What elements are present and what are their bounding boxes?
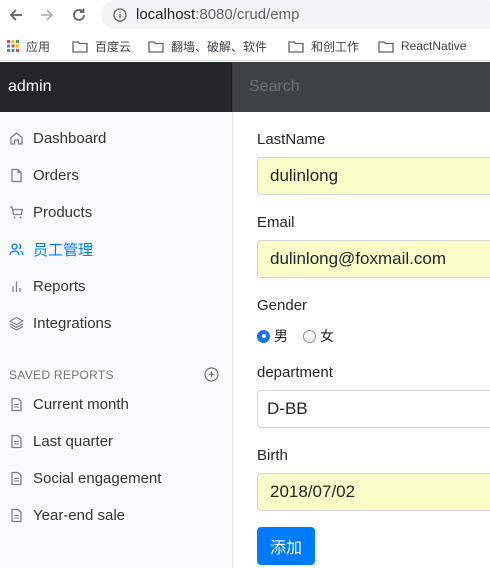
users-icon xyxy=(9,242,24,257)
plus-circle-icon[interactable] xyxy=(204,367,219,382)
sidebar-item-label: 员工管理 xyxy=(33,242,94,259)
sidebar-item-integrations[interactable]: Integrations xyxy=(0,305,232,342)
info-icon[interactable] xyxy=(113,7,127,22)
sidebar: Dashboard Orders Products 员工管理 Reports I… xyxy=(0,112,233,568)
lastname-label: LastName xyxy=(257,131,326,148)
birth-input[interactable]: 2018/07/02 xyxy=(257,473,490,511)
sidebar-item-reports[interactable]: Reports xyxy=(0,268,232,305)
sidebar-item-label: Integrations xyxy=(33,315,112,332)
bookmark-folder[interactable]: 翻墙、破解、软件 xyxy=(148,38,267,54)
gender-label: Gender xyxy=(257,297,308,314)
reload-icon[interactable] xyxy=(69,5,89,25)
sidebar-item-label: Products xyxy=(33,204,93,221)
apps-grid-icon xyxy=(7,40,19,52)
sidebar-item-label: Orders xyxy=(33,167,79,184)
file-text-icon xyxy=(9,471,24,486)
bookmark-apps[interactable]: 应用 xyxy=(7,38,50,54)
sidebar-item-products[interactable]: Products xyxy=(0,194,232,231)
gender-radio-female[interactable] xyxy=(303,329,316,343)
saved-reports-heading: SAVED REPORTS xyxy=(9,367,219,382)
bar-chart-icon xyxy=(9,279,24,294)
saved-reports-title: SAVED REPORTS xyxy=(9,367,114,382)
url-path: :8080/crud/emp xyxy=(195,6,300,23)
sidebar-item-label: Dashboard xyxy=(33,130,107,147)
address-bar[interactable]: localhost:8080/crud/emp xyxy=(101,0,490,29)
bookmark-label: ReactNative xyxy=(401,39,467,53)
bookmark-label: 百度云 xyxy=(95,39,132,54)
employee-form: LastName dulinlong Email dulinlong@foxma… xyxy=(233,112,490,568)
saved-report-label: Current month xyxy=(33,396,129,413)
sidebar-item-orders[interactable]: Orders xyxy=(0,157,232,194)
bookmark-folder[interactable]: 百度云 xyxy=(72,38,131,54)
folder-icon xyxy=(288,40,304,53)
saved-report-label: Social engagement xyxy=(33,470,162,487)
bookmark-folder[interactable]: ReactNative xyxy=(378,38,466,54)
gender-option-male-label: 男 xyxy=(274,328,288,344)
cart-icon xyxy=(9,205,24,220)
file-text-icon xyxy=(9,508,24,523)
back-arrow-icon[interactable] xyxy=(6,5,26,25)
saved-report-last-quarter[interactable]: Last quarter xyxy=(0,423,232,460)
birth-label: Birth xyxy=(257,447,288,464)
layers-icon xyxy=(9,316,24,331)
gender-option-female-label: 女 xyxy=(320,328,334,344)
folder-icon xyxy=(148,40,164,53)
sidebar-item-dashboard[interactable]: Dashboard xyxy=(0,120,232,157)
sidebar-item-employee-management[interactable]: 员工管理 xyxy=(0,231,232,268)
saved-report-current-month[interactable]: Current month xyxy=(0,386,232,423)
add-button[interactable]: 添加 xyxy=(257,527,315,565)
lastname-input[interactable]: dulinlong xyxy=(257,157,490,195)
top-navbar: admin xyxy=(0,62,490,112)
folder-icon xyxy=(72,40,88,53)
saved-report-label: Year-end sale xyxy=(33,507,126,524)
bookmarks-bar: 应用 百度云 翻墙、破解、软件 和创工作 ReactNative xyxy=(0,31,490,61)
file-icon xyxy=(9,168,24,183)
browser-toolbar: localhost:8080/crud/emp xyxy=(0,0,490,31)
email-input[interactable]: dulinlong@foxmail.com xyxy=(257,240,490,278)
folder-icon xyxy=(378,40,394,53)
saved-report-social-engagement[interactable]: Social engagement xyxy=(0,460,232,497)
gender-radio-group: 男 女 xyxy=(257,326,334,346)
department-select[interactable]: D-BB xyxy=(257,390,490,428)
bookmark-label: 和创工作 xyxy=(311,39,360,54)
sidebar-item-label: Reports xyxy=(33,278,86,295)
home-icon xyxy=(9,131,24,146)
brand-logo[interactable]: admin xyxy=(0,62,232,112)
file-text-icon xyxy=(9,434,24,449)
search-input[interactable] xyxy=(233,62,490,112)
email-label: Email xyxy=(257,214,295,231)
file-text-icon xyxy=(9,397,24,412)
bookmark-folder[interactable]: 和创工作 xyxy=(288,38,359,54)
gender-radio-male[interactable] xyxy=(257,329,270,343)
saved-report-label: Last quarter xyxy=(33,433,114,450)
bookmark-label: 应用 xyxy=(26,39,51,54)
forward-arrow-icon[interactable] xyxy=(37,5,57,25)
saved-report-year-end-sale[interactable]: Year-end sale xyxy=(0,497,232,534)
bookmark-label: 翻墙、破解、软件 xyxy=(171,39,268,54)
department-label: department xyxy=(257,364,333,381)
url-host: localhost xyxy=(136,6,196,23)
